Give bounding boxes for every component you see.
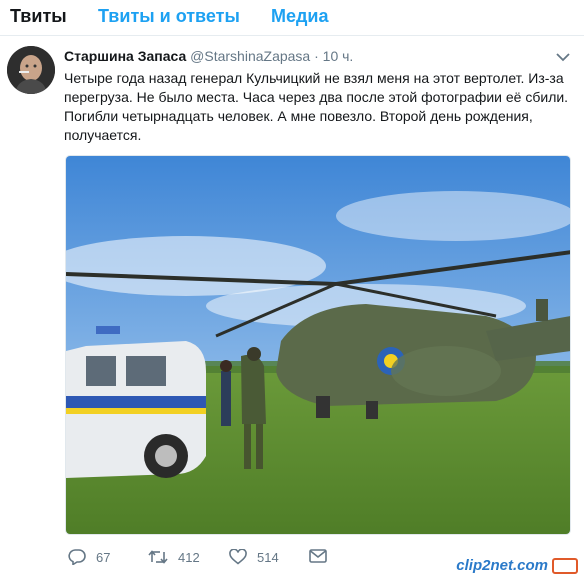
separator: · (314, 48, 319, 64)
profile-tabs: Твиты Твиты и ответы Медиа (0, 0, 584, 36)
envelope-icon (309, 549, 327, 563)
heart-icon (229, 549, 247, 565)
tweet-text: Четыре года назад генерал Кульчицкий не … (64, 70, 569, 143)
like-count: 514 (257, 549, 279, 565)
retweet-icon (148, 549, 168, 565)
author-name[interactable]: Старшина Запаса (64, 48, 186, 64)
tweet-time[interactable]: 10 ч. (323, 48, 354, 64)
retweet-button[interactable]: 412 (148, 549, 200, 565)
watermark: clip2net.com (456, 557, 578, 574)
like-button[interactable]: 514 (229, 549, 279, 565)
tweet[interactable]: Старшина Запаса @StarshinaZapasa · 10 ч.… (0, 37, 584, 577)
tab-tweets[interactable]: Твиты (10, 6, 67, 27)
chevron-down-icon[interactable] (556, 49, 570, 62)
retweet-count: 412 (178, 549, 200, 565)
tab-tweets-and-replies[interactable]: Твиты и ответы (98, 6, 240, 27)
direct-message-button[interactable] (309, 549, 327, 563)
tweet-header: Старшина Запаса @StarshinaZapasa · 10 ч. (64, 48, 353, 64)
tweet-photo[interactable] (65, 155, 571, 535)
camera-icon (552, 557, 578, 574)
tab-media[interactable]: Медиа (271, 6, 329, 27)
author-handle[interactable]: @StarshinaZapasa (190, 48, 310, 64)
avatar[interactable] (7, 46, 55, 94)
reply-button[interactable]: 67 (68, 549, 110, 565)
watermark-text: clip2net.com (456, 557, 548, 574)
reply-count: 67 (96, 549, 111, 565)
reply-icon (68, 549, 86, 565)
